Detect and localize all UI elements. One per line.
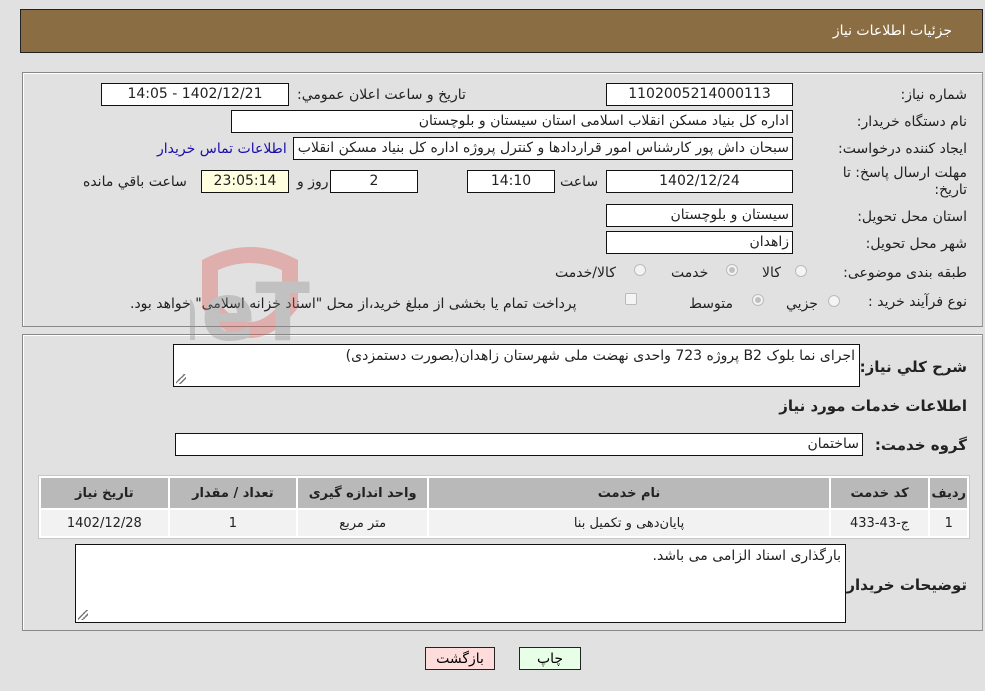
page-header: جزئیات اطلاعات نیاز: [20, 9, 983, 53]
col-row-number: ردیف: [930, 478, 967, 508]
services-heading: اطلاعات خدمات مورد نیاز: [779, 397, 967, 415]
buyer-notes-textarea[interactable]: بارگذاری اسناد الزامی می باشد.: [75, 544, 846, 623]
remaining-time-field: 23:05:14: [201, 170, 289, 193]
col-service-code: کد خدمت: [830, 478, 929, 508]
col-need-date: تاریخ نیاز: [41, 478, 168, 508]
city-field: زاهدان: [606, 231, 793, 254]
category-service-label: خدمت: [671, 265, 709, 281]
deadline-time-label: ساعت: [560, 174, 599, 190]
cell-service-code: ج-43-433: [830, 510, 929, 536]
category-label: طبقه بندی موضوعی:: [843, 265, 967, 281]
need-number-label: شماره نیاز:: [900, 87, 968, 103]
category-goods-label: کالا: [762, 265, 781, 281]
deadline-time-field: 14:10: [467, 170, 555, 193]
cell-unit: متر مربع: [298, 510, 428, 536]
days-label: روز و: [297, 174, 329, 190]
resize-grip-icon[interactable]: [78, 610, 88, 620]
announce-datetime-label: تاريخ و ساعت اعلان عمومي:: [297, 87, 466, 103]
process-minor-label: جزيي: [786, 296, 818, 312]
category-goods-service-radio[interactable]: [634, 264, 646, 276]
process-medium-radio[interactable]: [752, 294, 764, 306]
buyer-notes-label: توضیحات خریدار:: [840, 576, 967, 594]
cell-need-date: 1402/12/28: [41, 510, 168, 536]
city-label: شهر محل تحویل:: [865, 236, 967, 252]
buyer-org-field: اداره کل بنیاد مسکن انقلاب اسلامی استان …: [231, 110, 793, 133]
services-table: ردیف کد خدمت نام خدمت واحد اندازه گیری ت…: [38, 475, 970, 539]
page-title: جزئیات اطلاعات نیاز: [832, 23, 952, 39]
col-unit: واحد اندازه گیری: [298, 478, 428, 508]
buyer-org-label: نام دستگاه خریدار:: [856, 114, 967, 130]
purchase-process-label: نوع فرآیند خرید :: [868, 294, 967, 310]
announce-datetime-field: 1402/12/21 - 14:05: [101, 83, 289, 106]
table-header-row: ردیف کد خدمت نام خدمت واحد اندازه گیری ت…: [41, 478, 967, 508]
description-label: شرح کلي نياز:: [859, 358, 967, 376]
deadline-label: مهلت ارسال پاسخ: تا تاریخ:: [842, 165, 967, 198]
remaining-label: ساعت باقي مانده: [83, 174, 187, 190]
cell-quantity: 1: [169, 510, 296, 536]
treasury-note: پرداخت تمام یا بخشی از مبلغ خرید،از محل …: [130, 296, 577, 312]
table-row: 1 ج-43-433 پایان‌دهی و تکمیل بنا متر مرب…: [41, 510, 967, 536]
treasury-bonds-checkbox[interactable]: [625, 293, 637, 305]
description-textarea[interactable]: اجرای نما بلوک B2 پروژه 723 واحدی نهضت م…: [173, 344, 860, 387]
service-group-field: ساختمان: [175, 433, 863, 456]
cell-service-name: پایان‌دهی و تکمیل بنا: [429, 510, 829, 536]
col-service-name: نام خدمت: [429, 478, 829, 508]
buyer-notes-text: بارگذاری اسناد الزامی می باشد.: [652, 548, 842, 564]
resize-grip-icon[interactable]: [176, 374, 186, 384]
requester-label: ایجاد کننده درخواست:: [838, 141, 967, 157]
description-text: اجرای نما بلوک B2 پروژه 723 واحدی نهضت م…: [345, 348, 855, 364]
service-group-label: گروه خدمت:: [874, 436, 967, 454]
province-label: استان محل تحویل:: [857, 209, 967, 225]
process-minor-radio[interactable]: [828, 295, 840, 307]
print-button[interactable]: چاپ: [519, 647, 581, 670]
process-medium-label: متوسط: [689, 296, 733, 312]
buyer-contact-link[interactable]: اطلاعات تماس خریدار: [157, 141, 287, 157]
col-quantity: تعداد / مقدار: [169, 478, 296, 508]
need-number-field: 1102005214000113: [606, 83, 793, 106]
category-service-radio[interactable]: [726, 264, 738, 276]
category-goods-radio[interactable]: [795, 265, 807, 277]
category-goods-service-label: کالا/خدمت: [555, 265, 616, 281]
requester-field: سبحان داش پور کارشناس امور قراردادها و ک…: [293, 137, 793, 160]
cell-row-number: 1: [930, 510, 967, 536]
remaining-days-field: 2: [330, 170, 418, 193]
back-button[interactable]: بازگشت: [425, 647, 495, 670]
deadline-date-field: 1402/12/24: [606, 170, 793, 193]
province-field: سیستان و بلوچستان: [606, 204, 793, 227]
